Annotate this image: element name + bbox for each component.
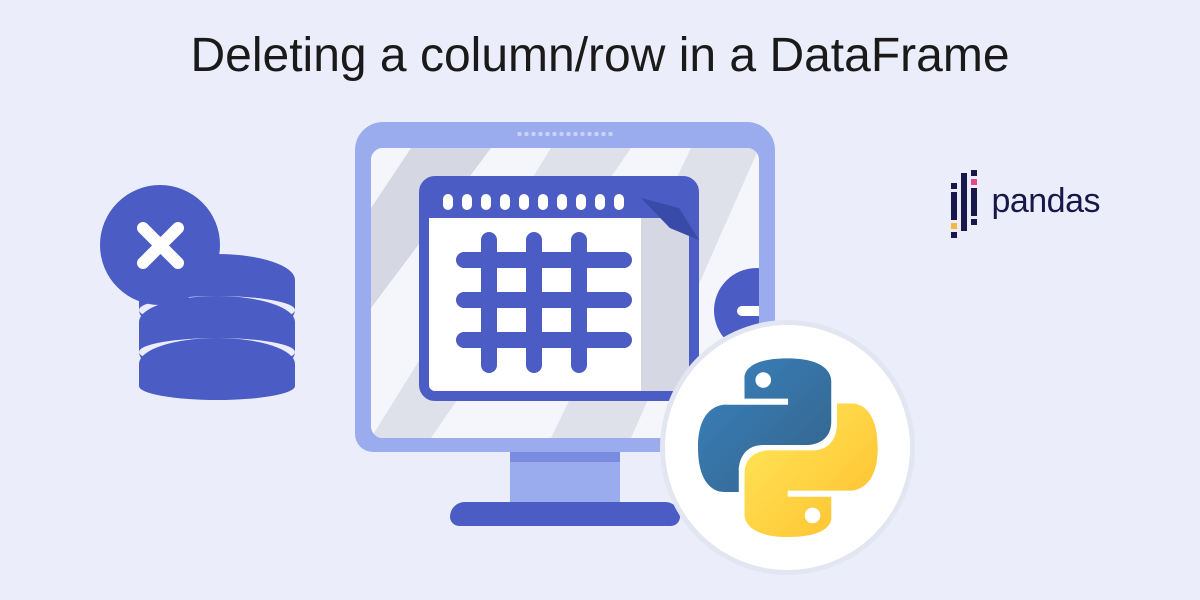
python-logo-icon (698, 358, 878, 538)
monitor-base (450, 502, 680, 526)
fold-corner-icon (641, 198, 699, 240)
table-window (419, 176, 699, 401)
table-grid-icon (449, 230, 639, 385)
page-title: Deleting a column/row in a DataFrame (190, 28, 1009, 83)
pandas-wordmark: pandas (991, 182, 1100, 221)
python-logo-badge (660, 320, 915, 575)
pandas-logo-icon (951, 165, 977, 238)
database-delete-illustration (135, 235, 300, 400)
pandas-logo: pandas (951, 165, 1100, 238)
close-icon (100, 185, 220, 305)
monitor-speaker-dots (518, 132, 613, 136)
